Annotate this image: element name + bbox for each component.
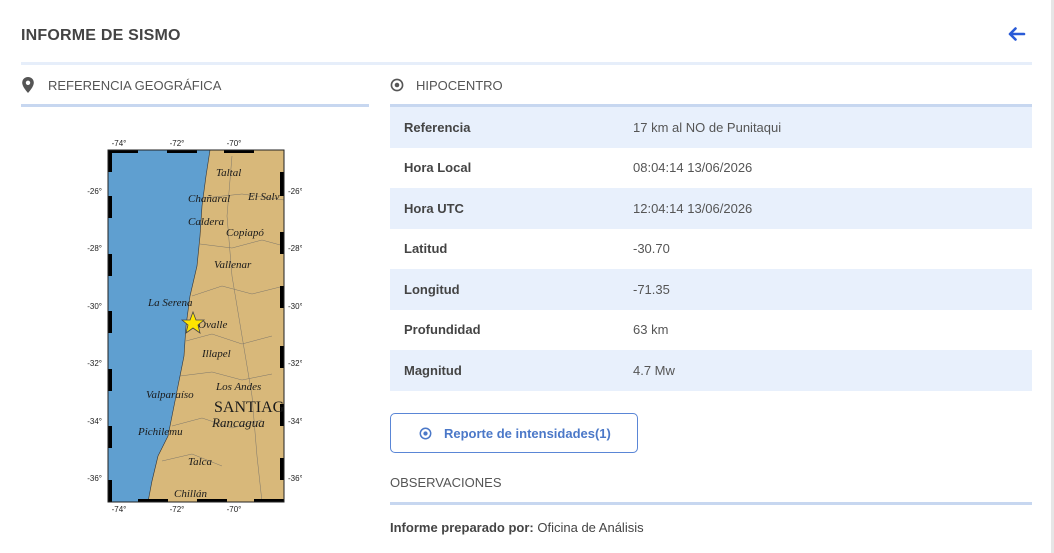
map-lat-tick-left: -30° — [87, 302, 102, 311]
target-icon — [419, 427, 432, 440]
map-lat-tick-right: -26° — [288, 187, 302, 196]
epicenter-map: -74° -72° -70° -74° -72° -70° -26° -28° … — [87, 139, 302, 514]
map-place: Copiapó — [226, 227, 264, 239]
map-place: Los Andes — [215, 381, 261, 393]
map-place: Caldera — [188, 216, 225, 228]
row-value: 12:04:14 13/06/2026 — [633, 200, 753, 216]
table-row: Referencia 17 km al NO de Punitaqui — [390, 107, 1032, 148]
row-key: Magnitud — [404, 362, 462, 378]
geo-section-header: REFERENCIA GEOGRÁFICA — [21, 72, 369, 107]
map-bottom-tick: -74° — [112, 505, 127, 514]
row-key: Profundidad — [404, 322, 481, 338]
row-value: 4.7 Mw — [633, 362, 675, 378]
hypocenter-section-header: HIPOCENTRO — [390, 72, 1032, 107]
map-lat-tick-left: -28° — [87, 244, 102, 253]
map-top-tick: -74° — [112, 139, 127, 148]
map-place-capital: SANTIAG — [214, 399, 285, 416]
back-button[interactable] — [1006, 23, 1028, 45]
map-top-tick: -72° — [170, 139, 185, 148]
row-value: -30.70 — [633, 241, 670, 257]
map-pin-icon — [22, 77, 34, 93]
map-place: Chillán — [174, 488, 208, 500]
map-top-tick: -70° — [227, 139, 242, 148]
intensity-report-button[interactable]: Reporte de intensidades(1) — [390, 413, 638, 453]
table-row: Magnitud 4.7 Mw — [390, 350, 1032, 391]
row-key: Hora UTC — [404, 200, 464, 216]
map-place: Chañaral — [188, 193, 230, 205]
map-place: Valparaíso — [146, 389, 194, 401]
map-lat-tick-right: -28° — [288, 244, 302, 253]
row-key: Latitud — [404, 241, 448, 257]
map-lat-tick-left: -36° — [87, 474, 102, 483]
row-key: Longitud — [404, 281, 460, 297]
table-row: Hora UTC 12:04:14 13/06/2026 — [390, 188, 1032, 229]
table-row: Longitud -71.35 — [390, 269, 1032, 310]
table-row: Hora Local 08:04:14 13/06/2026 — [390, 148, 1032, 189]
map-lat-tick-right: -32° — [288, 359, 302, 368]
row-key: Referencia — [404, 119, 471, 135]
map-lat-tick-right: -36° — [288, 474, 302, 483]
table-row: Latitud -30.70 — [390, 229, 1032, 270]
page-title: INFORME DE SISMO — [21, 27, 181, 44]
map-place: El Salv — [247, 191, 280, 203]
map-place: Rancagua — [211, 415, 265, 430]
prepared-by: Informe preparado por: Oficina de Anális… — [390, 520, 644, 535]
row-value: 17 km al NO de Punitaqui — [633, 119, 782, 135]
row-value: 08:04:14 13/06/2026 — [633, 160, 753, 176]
page-header: INFORME DE SISMO — [21, 22, 1032, 65]
map-place: Illapel — [201, 348, 231, 360]
map-place: Vallenar — [214, 259, 252, 271]
row-value: -71.35 — [633, 281, 670, 297]
map-place: Taltal — [216, 167, 241, 179]
map-bottom-tick: -72° — [170, 505, 185, 514]
geo-section-label: REFERENCIA GEOGRÁFICA — [48, 78, 222, 93]
map-place: La Serena — [147, 297, 193, 309]
map-lat-tick-right: -34° — [288, 417, 302, 426]
map-lat-tick-left: -34° — [87, 417, 102, 426]
row-key: Hora Local — [404, 160, 472, 176]
target-icon — [390, 78, 404, 92]
map-lat-tick-left: -32° — [87, 359, 102, 368]
intensity-report-label: Reporte de intensidades(1) — [444, 426, 611, 441]
observations-label: OBSERVACIONES — [390, 475, 502, 490]
row-value: 63 km — [633, 322, 669, 338]
map-lat-tick-right: -30° — [288, 302, 302, 311]
map-place: Talca — [188, 456, 213, 468]
map-bottom-tick: -70° — [227, 505, 242, 514]
map-place: Pichilemu — [137, 426, 183, 438]
map-lat-tick-left: -26° — [87, 187, 102, 196]
arrow-left-icon — [1008, 27, 1026, 41]
observations-header: OBSERVACIONES — [390, 468, 1032, 505]
table-row: Profundidad 63 km — [390, 310, 1032, 351]
prepared-by-label: Informe preparado por: — [390, 520, 534, 535]
prepared-by-value: Oficina de Análisis — [537, 520, 644, 535]
hypocenter-section-label: HIPOCENTRO — [416, 78, 503, 93]
hypocenter-table: Referencia 17 km al NO de Punitaqui Hora… — [390, 107, 1032, 391]
